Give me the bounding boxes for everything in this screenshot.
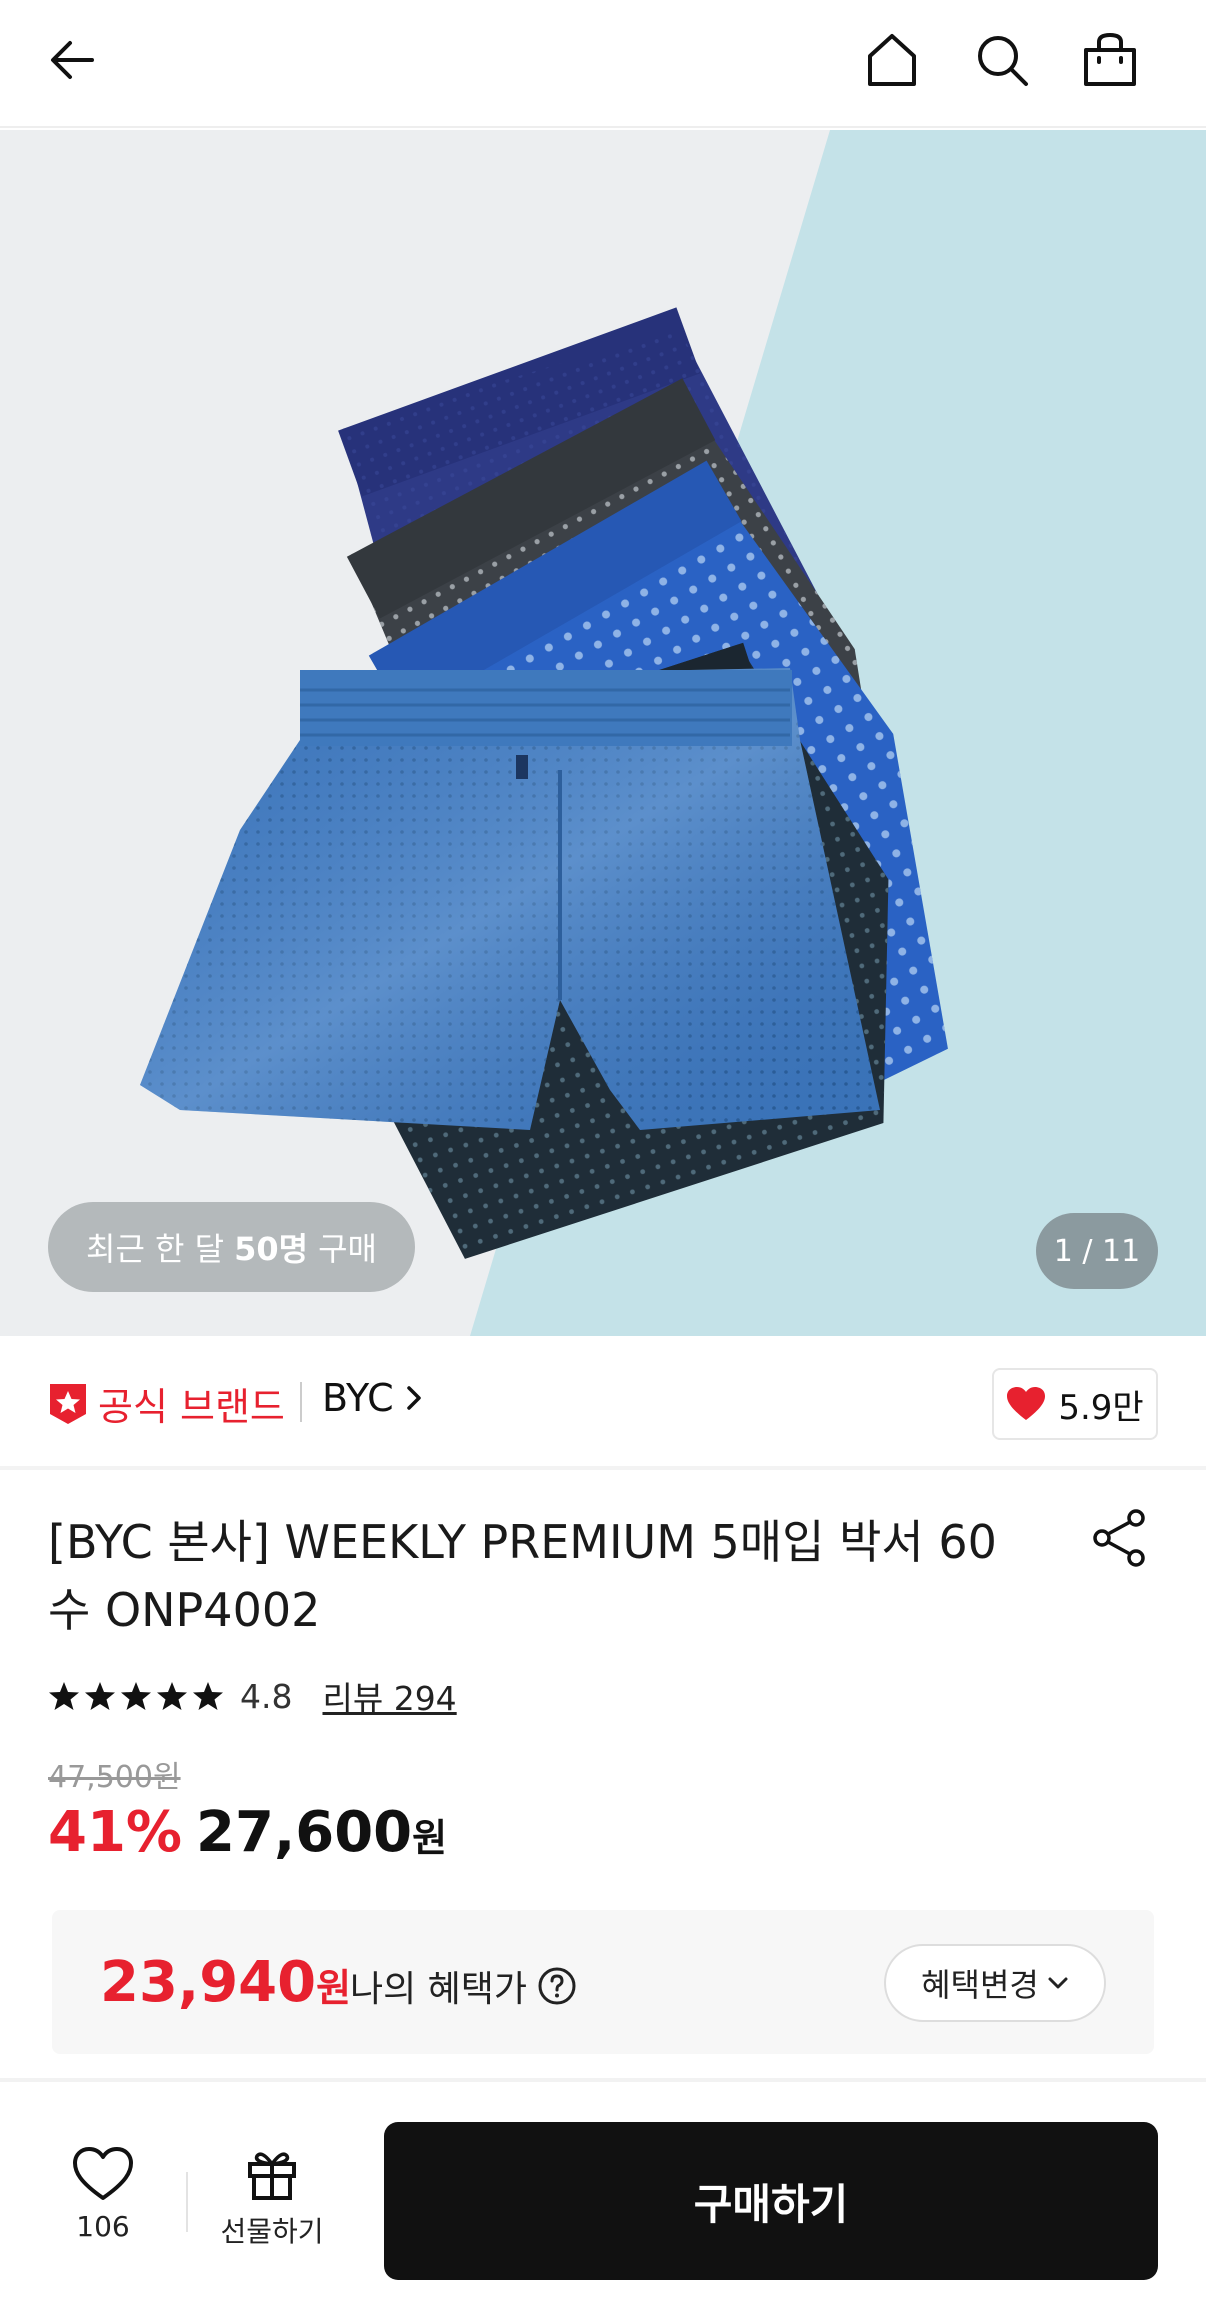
benefit-price-unit: 원 [316, 1966, 352, 2010]
product-image-carousel[interactable]: 최근 한 달 50명 구매 1 / 11 [0, 130, 1206, 1336]
recent-prefix: 최근 한 달 [86, 1230, 225, 1268]
top-bar [0, 0, 1206, 128]
brand-like-count: 5.9만 [1058, 1387, 1144, 1428]
bottom-divider [186, 2172, 188, 2232]
wishlist-count: 106 [76, 2210, 130, 2243]
heart-filled-icon [1007, 1387, 1046, 1420]
recent-count: 50명 [234, 1230, 309, 1268]
chevron-right-icon [406, 1386, 421, 1410]
buy-button[interactable]: 구매하기 [384, 2122, 1158, 2280]
rating-row: 4.8 리뷰 294 [48, 1672, 457, 1720]
gift-button[interactable]: 선물하기 [212, 2146, 332, 2250]
sale-price-unit: 원 [412, 1816, 448, 1860]
sale-price: 27,600원 [196, 1800, 447, 1865]
star-icon [49, 1682, 79, 1710]
back-arrow-icon[interactable] [32, 20, 112, 100]
change-benefit-label: 혜택변경 [921, 1966, 1039, 2004]
benefit-label-group: 나의 혜택가 [350, 1960, 577, 2012]
bottom-action-bar: 106 선물하기 구매하기 [0, 2078, 1206, 2312]
product-title: [BYC 본사] WEEKLY PREMIUM 5매입 박서 60수 ONP40… [48, 1515, 997, 1637]
benefit-price-value: 23,940 [100, 1950, 317, 2015]
benefit-price: 23,940원 [100, 1950, 351, 2015]
rating-score: 4.8 [240, 1676, 293, 1716]
benefit-label: 나의 혜택가 [350, 1969, 528, 2010]
shopping-bag-icon[interactable] [1070, 20, 1150, 100]
brand-divider [300, 1382, 302, 1422]
price-row: 41% 27,600원 [48, 1800, 447, 1865]
brand-like-button[interactable]: 5.9만 [992, 1368, 1158, 1440]
star-icon [121, 1682, 151, 1710]
search-icon[interactable] [962, 20, 1042, 100]
official-star-icon [50, 1383, 86, 1424]
change-benefit-button[interactable]: 혜택변경 [884, 1944, 1106, 2022]
recent-purchase-badge: 최근 한 달 50명 구매 [48, 1202, 415, 1292]
home-icon[interactable] [852, 20, 932, 100]
benefit-price-box: 23,940원 나의 혜택가 혜택변경 [52, 1910, 1154, 2054]
image-counter: 1 / 11 [1036, 1213, 1158, 1289]
chevron-down-icon [1048, 1977, 1068, 1989]
brand-row: 공식 브랜드 BYC 5.9만 [0, 1336, 1206, 1470]
discount-rate: 41% [48, 1800, 183, 1865]
heart-outline-icon [73, 2147, 133, 2200]
gift-icon [248, 2152, 296, 2200]
help-question-icon[interactable] [537, 1966, 577, 2006]
gift-label: 선물하기 [220, 2215, 324, 2248]
product-image [0, 130, 1206, 1336]
share-icon[interactable] [1088, 1506, 1152, 1570]
star-icon [193, 1682, 223, 1710]
star-icon [85, 1682, 115, 1710]
original-price: 47,500원 [48, 1760, 181, 1795]
wishlist-button[interactable]: 106 [58, 2146, 148, 2243]
brand-link[interactable]: BYC [322, 1376, 424, 1420]
star-icon [157, 1682, 187, 1710]
official-brand-badge: 공식 브랜드 [48, 1376, 285, 1431]
rating-stars [48, 1680, 224, 1712]
official-brand-label: 공식 브랜드 [98, 1385, 285, 1429]
review-count-link[interactable]: 리뷰 294 [322, 1672, 456, 1720]
brand-name: BYC [322, 1376, 394, 1420]
sale-price-value: 27,600 [196, 1800, 413, 1865]
recent-suffix: 구매 [318, 1230, 377, 1268]
